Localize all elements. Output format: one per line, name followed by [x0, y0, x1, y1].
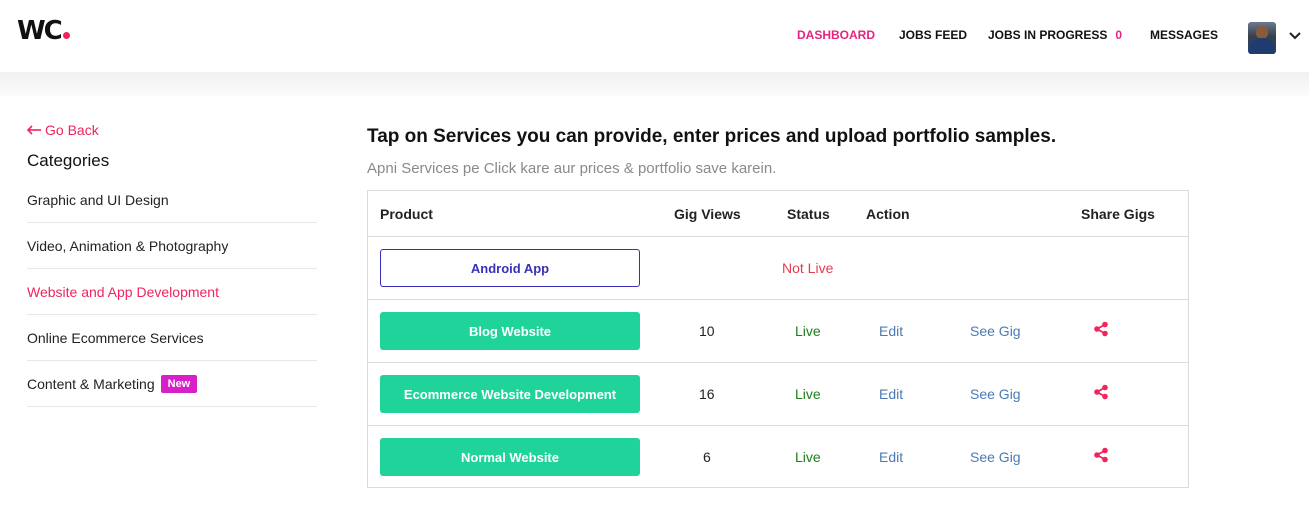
product-button-ecommerce-website-development[interactable]: Ecommerce Website Development: [380, 375, 640, 413]
chevron-down-icon[interactable]: [1288, 31, 1302, 41]
arrow-left-icon: [27, 125, 41, 135]
nav-jobs-feed[interactable]: JOBS FEED: [899, 28, 967, 42]
category-online-ecommerce-services[interactable]: Online Ecommerce Services: [27, 315, 317, 361]
category-content-marketing[interactable]: Content & Marketing New: [27, 361, 317, 407]
services-table: Product Gig Views Status Action Share Gi…: [367, 190, 1189, 488]
edit-link[interactable]: Edit: [879, 449, 903, 465]
table-row: Blog Website 10 Live Edit See Gig: [368, 300, 1188, 363]
avatar-body: [1250, 38, 1274, 54]
edit-link[interactable]: Edit: [879, 386, 903, 402]
logo-text: WC: [17, 16, 63, 46]
go-back-link[interactable]: Go Back: [27, 122, 99, 138]
status-live: Live: [795, 323, 821, 339]
see-gig-link[interactable]: See Gig: [970, 323, 1021, 339]
new-badge: New: [160, 374, 198, 393]
table-header: Product Gig Views Status Action Share Gi…: [368, 191, 1188, 237]
table-row: Ecommerce Website Development 16 Live Ed…: [368, 363, 1188, 426]
share-icon[interactable]: [1093, 321, 1109, 337]
nav-messages[interactable]: MESSAGES: [1150, 28, 1218, 42]
category-graphic-ui-design[interactable]: Graphic and UI Design: [27, 177, 317, 223]
table-row: Android App Not Live: [368, 237, 1188, 300]
header-product: Product: [380, 206, 433, 222]
status-not-live: Not Live: [782, 260, 834, 276]
category-label: Website and App Development: [27, 283, 219, 300]
gig-views: 16: [699, 386, 715, 402]
category-label: Graphic and UI Design: [27, 191, 169, 208]
table-row: Normal Website 6 Live Edit See Gig: [368, 426, 1188, 489]
top-header: WC DASHBOARD JOBS FEED JOBS IN PROGRESS 0…: [0, 0, 1309, 72]
share-icon[interactable]: [1093, 447, 1109, 463]
product-button-normal-website[interactable]: Normal Website: [380, 438, 640, 476]
header-shadow-band: [0, 72, 1309, 96]
see-gig-link[interactable]: See Gig: [970, 386, 1021, 402]
avatar[interactable]: [1248, 22, 1276, 54]
header-gig-views: Gig Views: [674, 206, 741, 222]
edit-link[interactable]: Edit: [879, 323, 903, 339]
see-gig-link[interactable]: See Gig: [970, 449, 1021, 465]
logo[interactable]: WC: [17, 16, 70, 46]
page-subtitle: Apni Services pe Click kare aur prices &…: [367, 160, 777, 177]
categories-title: Categories: [27, 151, 110, 170]
nav-jobs-in-progress[interactable]: JOBS IN PROGRESS 0: [988, 28, 1122, 42]
share-icon[interactable]: [1093, 384, 1109, 400]
category-label: Content & Marketing: [27, 375, 155, 392]
header-status: Status: [787, 206, 830, 222]
category-label: Online Ecommerce Services: [27, 329, 204, 346]
nav-dashboard[interactable]: DASHBOARD: [797, 28, 875, 42]
logo-dot: [62, 32, 70, 39]
product-button-android-app[interactable]: Android App: [380, 249, 640, 287]
category-video-animation-photography[interactable]: Video, Animation & Photography: [27, 223, 317, 269]
status-live: Live: [795, 386, 821, 402]
nav-jobs-in-progress-label: JOBS IN PROGRESS: [988, 28, 1108, 42]
category-label: Video, Animation & Photography: [27, 237, 229, 254]
header-action: Action: [866, 206, 910, 222]
category-website-app-development[interactable]: Website and App Development: [27, 269, 317, 315]
status-live: Live: [795, 449, 821, 465]
header-share-gigs: Share Gigs: [1081, 206, 1155, 222]
gig-views: 10: [699, 323, 715, 339]
page-title: Tap on Services you can provide, enter p…: [367, 126, 1057, 147]
go-back-label: Go Back: [45, 122, 99, 138]
gig-views: 6: [703, 449, 711, 465]
jobs-in-progress-count: 0: [1115, 28, 1123, 42]
product-button-blog-website[interactable]: Blog Website: [380, 312, 640, 350]
